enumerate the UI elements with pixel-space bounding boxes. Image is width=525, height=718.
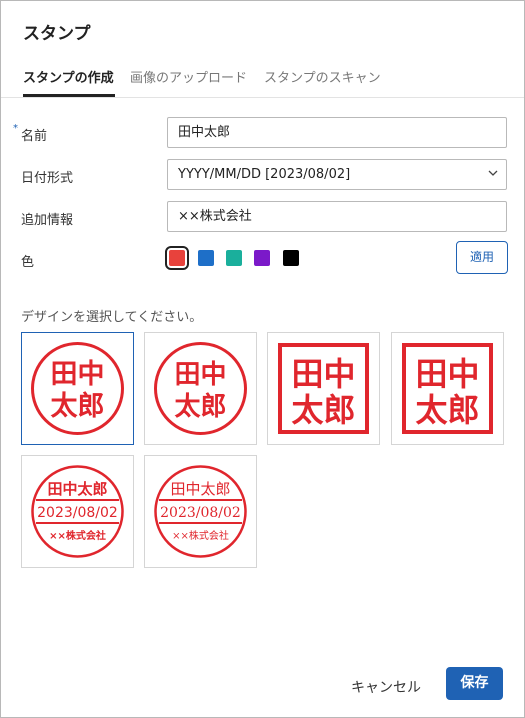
svg-text:太郎: 太郎 [291,391,355,429]
color-swatch-black[interactable] [283,250,299,266]
svg-text:田中: 田中 [51,359,105,390]
svg-text:××株式会社: ××株式会社 [49,529,106,542]
svg-text:××株式会社: ××株式会社 [172,529,229,542]
stamp-preview: 田中 太郎 [278,343,369,434]
stamp-preview: 田中太郎 2023/08/02 ××株式会社 [154,465,247,558]
design-option-date-stamp-bold[interactable]: 田中太郎 2023/08/02 ××株式会社 [21,455,134,568]
color-swatch-red[interactable] [165,246,189,270]
svg-text:太郎: 太郎 [51,391,105,422]
name-input[interactable]: 田中太郎 [167,117,507,148]
svg-text:2023/08/02: 2023/08/02 [37,505,118,521]
tab-upload-image[interactable]: 画像のアップロード [130,67,247,86]
stamp-preview: 田中太郎 2023/08/02 ××株式会社 [31,465,124,558]
stamp-preview: 田中 太郎 [402,343,493,434]
required-mark: * [13,123,18,134]
svg-text:田中: 田中 [291,355,355,393]
design-option-square-bold[interactable]: 田中 太郎 [267,332,380,445]
design-caption: デザインを選択してください。 [21,310,203,325]
svg-text:田中: 田中 [174,360,226,390]
color-swatch-blue[interactable] [198,250,214,266]
color-label: 色 [21,255,35,270]
date-format-value: YYYY/MM/DD [2023/08/02] [178,167,351,182]
save-button[interactable]: 保存 [446,667,503,700]
extra-info-input[interactable]: ××株式会社 [167,201,507,232]
design-option-square-serif[interactable]: 田中 太郎 [391,332,504,445]
design-option-circle-serif[interactable]: 田中 太郎 [144,332,257,445]
active-tab-indicator [23,94,115,97]
date-format-select[interactable]: YYYY/MM/DD [2023/08/02] [167,159,507,190]
tab-bar: スタンプの作成 画像のアップロード スタンプのスキャン [1,63,524,98]
date-format-label: 日付形式 [21,171,74,186]
design-option-date-stamp-serif[interactable]: 田中太郎 2023/08/02 ××株式会社 [144,455,257,568]
extra-info-label: 追加情報 [21,213,74,228]
svg-text:田中: 田中 [415,355,479,393]
dialog-title: スタンプ [23,24,91,44]
tab-create-stamp[interactable]: スタンプの作成 [23,67,114,86]
tab-scan-stamp[interactable]: スタンプのスキャン [264,67,381,86]
cancel-button[interactable]: キャンセル [351,677,421,697]
color-swatch-purple[interactable] [254,250,270,266]
stamp-dialog: スタンプ スタンプの作成 画像のアップロード スタンプのスキャン * 名前 田中… [0,0,525,718]
svg-text:田中太郎: 田中太郎 [170,480,230,498]
stamp-preview: 田中 太郎 [31,342,124,435]
svg-text:田中太郎: 田中太郎 [47,480,107,498]
color-swatch-teal[interactable] [226,250,242,266]
svg-text:2023/08/02: 2023/08/02 [160,505,241,521]
design-option-circle-bold[interactable]: 田中 太郎 [21,332,134,445]
stamp-preview: 田中 太郎 [154,342,247,435]
chevron-down-icon [488,170,498,176]
svg-text:太郎: 太郎 [174,392,226,422]
apply-button[interactable]: 適用 [456,241,508,274]
svg-text:太郎: 太郎 [415,391,479,429]
name-label: * 名前 [13,123,48,144]
